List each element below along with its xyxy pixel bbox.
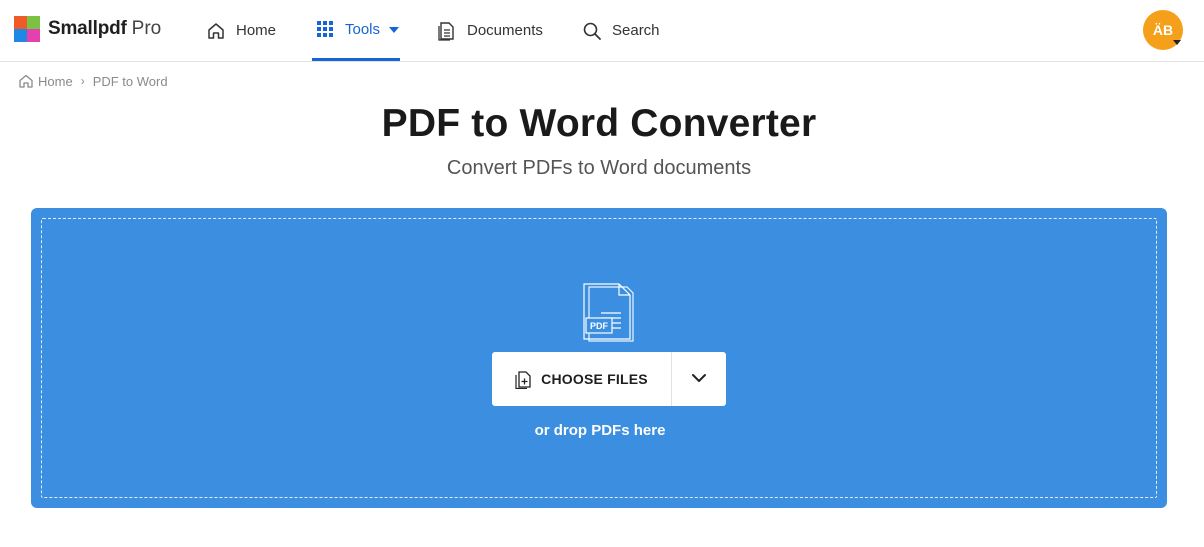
grid-icon	[315, 19, 335, 39]
file-drop-zone[interactable]: PDF CHOOSE FILES or drop PDFs here	[31, 208, 1167, 508]
nav-search-label: Search	[612, 22, 660, 39]
page-subtitle: Convert PDFs to Word documents	[446, 157, 752, 179]
drop-hint-text: or drop PDFs here	[534, 422, 666, 439]
top-navigation-bar: Smallpdf Pro Home Tools Documents Search	[0, 0, 1204, 62]
page-title: PDF to Word Converter	[381, 102, 817, 145]
user-avatar[interactable]: ÄB	[1143, 10, 1183, 50]
drop-zone-border: PDF CHOOSE FILES or drop PDFs here	[41, 218, 1157, 498]
breadcrumb-home[interactable]: Home	[38, 74, 73, 89]
smallpdf-logo[interactable]: Smallpdf Pro	[14, 16, 161, 42]
home-icon	[206, 21, 226, 41]
choose-files-label: CHOOSE FILES	[541, 371, 648, 387]
nav-search[interactable]: Search	[582, 0, 660, 61]
brand-name: Smallpdf	[48, 18, 127, 39]
breadcrumb-separator: ›	[80, 74, 85, 88]
caret-down-icon	[1173, 40, 1181, 45]
nav-tools-label: Tools	[345, 20, 381, 38]
brand-tier: Pro	[131, 18, 162, 39]
home-icon	[18, 73, 34, 89]
user-initials: ÄB	[1152, 22, 1174, 38]
choose-files-group: CHOOSE FILES	[492, 352, 726, 406]
documents-icon	[437, 21, 457, 41]
nav-documents-label: Documents	[467, 22, 543, 39]
nav-home-label: Home	[236, 22, 277, 39]
nav-documents[interactable]: Documents	[437, 0, 543, 61]
breadcrumb: Home › PDF to Word	[18, 72, 168, 90]
nav-home[interactable]: Home	[206, 0, 276, 61]
logo-mark-icon	[14, 16, 40, 42]
pdf-badge-text: PDF	[590, 321, 609, 331]
add-file-icon	[515, 369, 533, 389]
nav-tools[interactable]: Tools	[312, 0, 400, 61]
search-icon	[582, 21, 602, 41]
chevron-down-icon	[389, 27, 400, 33]
choose-files-button[interactable]: CHOOSE FILES	[492, 352, 672, 406]
chevron-down-icon	[691, 370, 707, 388]
choose-files-dropdown[interactable]	[672, 352, 726, 406]
breadcrumb-current: PDF to Word	[92, 73, 168, 89]
pdf-file-icon: PDF	[581, 283, 639, 345]
